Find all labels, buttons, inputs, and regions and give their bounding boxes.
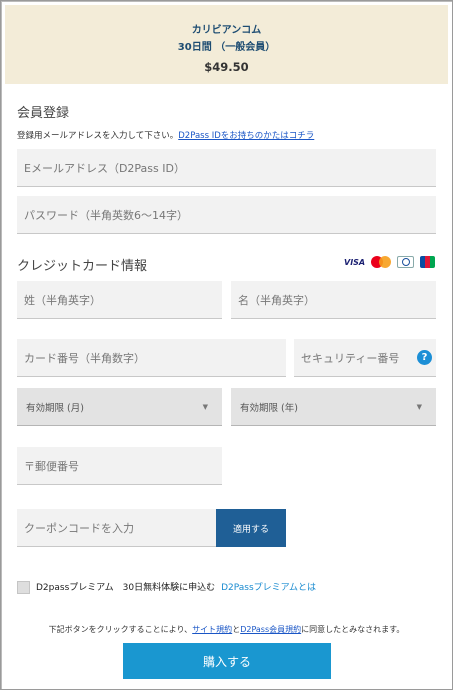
payment-form-frame: カリビアンコム 30日間 （一般会員） $49.50 会員登録 登録用メールアド…	[0, 0, 453, 690]
expiry-month-select[interactable]: 有効期限 (月) ▼	[17, 388, 222, 426]
security-code-placeholder: セキュリティー番号	[301, 351, 400, 365]
terms-suffix: に同意したとみなされます。	[301, 625, 405, 634]
expiry-month-value: 有効期限 (月)	[26, 402, 84, 414]
chevron-down-icon: ▼	[416, 403, 422, 411]
expiry-year-select[interactable]: 有効期限 (年) ▼	[231, 388, 436, 426]
first-name-placeholder: 名（半角英字）	[238, 293, 315, 307]
expiry-year-value: 有効期限 (年)	[240, 402, 298, 414]
purchase-button[interactable]: 購入する	[123, 643, 331, 679]
credit-card-heading: クレジットカード情報	[17, 259, 148, 274]
jcb-icon	[420, 256, 436, 268]
registration-heading: 会員登録	[17, 106, 70, 121]
email-field[interactable]: Eメールアドレス（D2Pass ID）	[17, 149, 436, 187]
first-name-field[interactable]: 名（半角英字）	[231, 281, 436, 319]
plan-price: $49.50	[204, 60, 249, 74]
terms-middle: と	[232, 625, 241, 634]
card-number-field[interactable]: カード番号（半角数字）	[17, 339, 286, 377]
postal-code-field[interactable]: 〒郵便番号	[17, 447, 222, 485]
product-name: カリビアンコム	[191, 25, 262, 36]
security-code-field[interactable]: セキュリティー番号	[294, 339, 436, 377]
premium-info-link[interactable]: D2Passプレミアムとは	[221, 583, 316, 593]
password-field[interactable]: パスワード（半角英数6～14字）	[17, 196, 436, 234]
diners-club-icon	[397, 256, 415, 268]
existing-d2pass-login-link[interactable]: D2Pass IDをお持ちのかたはコチラ	[178, 131, 314, 141]
site-terms-link[interactable]: サイト規約	[192, 625, 232, 634]
email-placeholder: Eメールアドレス（D2Pass ID）	[24, 161, 185, 175]
last-name-field[interactable]: 姓（半角英字）	[17, 281, 222, 319]
terms-notice: 下記ボタンをクリックすることにより、サイト規約とD2Pass会員規約に同意したと…	[1, 624, 452, 635]
password-placeholder: パスワード（半角英数6～14字）	[24, 208, 188, 222]
chevron-down-icon: ▼	[202, 403, 208, 411]
last-name-placeholder: 姓（半角英字）	[24, 293, 101, 307]
postal-code-placeholder: 〒郵便番号	[24, 459, 79, 473]
terms-prefix: 下記ボタンをクリックすることにより、	[48, 625, 193, 634]
registration-note-text: 登録用メールアドレスを入力して下さい。	[17, 131, 179, 141]
security-code-help-icon[interactable]: ?	[417, 350, 432, 365]
card-brand-logos: VISA	[344, 256, 436, 268]
apply-coupon-button[interactable]: 適用する	[216, 509, 286, 547]
premium-trial-checkbox[interactable]	[17, 581, 30, 594]
card-number-placeholder: カード番号（半角数字）	[24, 351, 145, 365]
premium-trial-option: D2passプレミアム 30日無料体験に申込む D2Passプレミアムとは	[36, 580, 316, 593]
visa-icon: VISA	[344, 257, 366, 267]
coupon-code-field[interactable]: クーポンコードを入力	[17, 509, 216, 547]
d2pass-terms-link[interactable]: D2Pass会員規約	[240, 625, 301, 634]
mastercard-icon	[371, 256, 392, 268]
coupon-code-placeholder: クーポンコードを入力	[24, 521, 134, 535]
product-summary-banner: カリビアンコム 30日間 （一般会員） $49.50	[5, 5, 448, 84]
premium-trial-label: D2passプレミアム 30日無料体験に申込む	[36, 583, 216, 593]
plan-name: 30日間 （一般会員）	[177, 42, 276, 53]
registration-note: 登録用メールアドレスを入力して下さい。D2Pass IDをお持ちのかたはコチラ	[17, 129, 314, 141]
